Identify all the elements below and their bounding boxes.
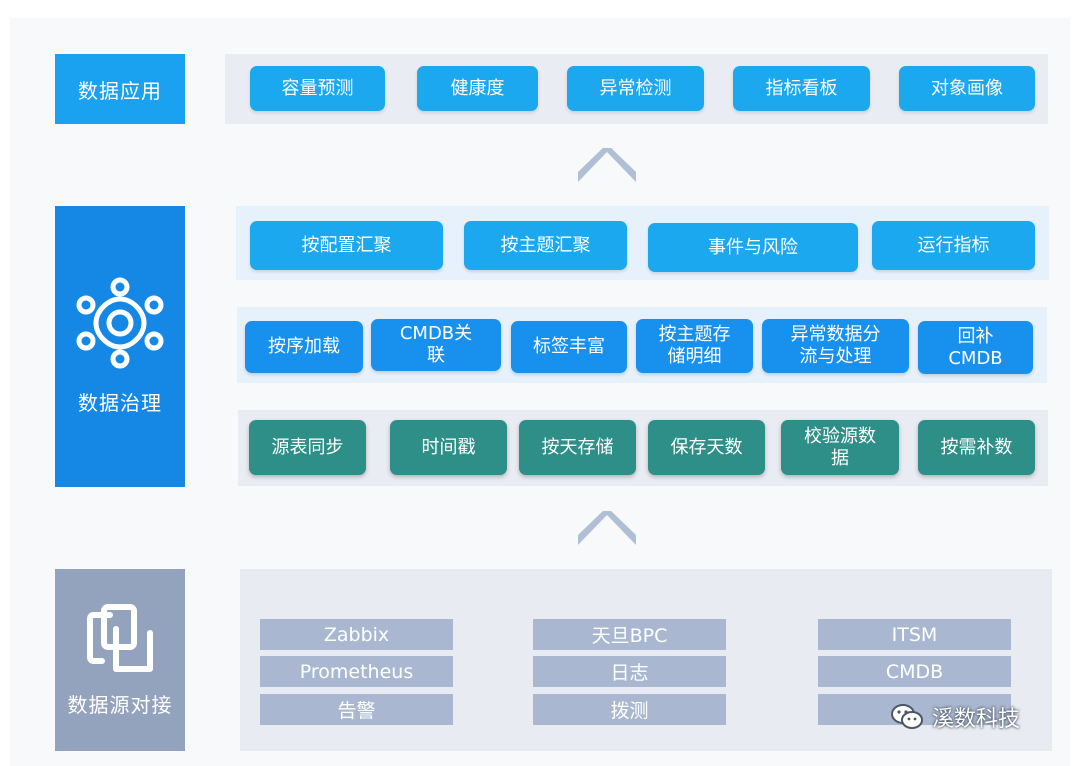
agg-item-by-config: 按配置汇聚: [250, 221, 443, 270]
layer-label-application-text: 数据应用: [78, 78, 162, 103]
proc-item-cmdb-link: CMDB关 联: [371, 319, 501, 371]
layer-label-governance-text: 数据治理: [78, 391, 162, 415]
layer-label-application: 数据应用: [55, 54, 185, 124]
source-logs: 日志: [533, 656, 726, 687]
app-item-object-profile: 对象画像: [899, 66, 1035, 111]
app-item-health: 健康度: [417, 66, 538, 111]
agg-item-events-risks: 事件与风险: [648, 223, 858, 272]
gear-icon: [76, 277, 164, 369]
up-chevron-upper: [578, 148, 636, 182]
layer-label-governance: 数据治理: [55, 206, 185, 487]
watermark: 溪数科技: [890, 700, 1020, 734]
proc-item-abnormal-split: 异常数据分 流与处理: [762, 319, 909, 373]
col-item-source-sync: 源表同步: [249, 420, 366, 475]
app-item-anomaly-detection: 异常检测: [567, 66, 704, 111]
proc-item-ordered-load: 按序加载: [245, 321, 363, 373]
up-chevron-lower: [578, 511, 636, 545]
col-item-daily-store: 按天存储: [519, 420, 636, 475]
source-cmdb: CMDB: [818, 656, 1011, 687]
app-item-metric-board: 指标看板: [733, 66, 870, 111]
agg-item-by-topic: 按主题汇聚: [464, 221, 627, 270]
layer-label-source-text: 数据源对接: [67, 692, 173, 717]
layer-label-source: 数据源对接: [55, 569, 185, 751]
source-bpc: 天旦BPC: [533, 619, 726, 650]
app-item-capacity-forecast: 容量预测: [250, 66, 385, 111]
source-probing: 拨测: [533, 694, 726, 725]
source-zabbix: Zabbix: [260, 619, 453, 650]
wechat-icon: [891, 704, 923, 729]
source-itsm: ITSM: [818, 619, 1011, 650]
copy-icon: [87, 603, 153, 672]
proc-item-tag-enrich: 标签丰富: [511, 321, 627, 373]
proc-item-topic-detail: 按主题存 储明细: [636, 319, 753, 373]
agg-item-run-metrics: 运行指标: [872, 221, 1035, 270]
col-item-retention-days: 保存天数: [648, 420, 765, 475]
col-item-verify-source: 校验源数 据: [781, 420, 899, 475]
watermark-text: 溪数科技: [932, 707, 1021, 732]
source-alerts: 告警: [260, 694, 453, 725]
col-item-timestamp: 时间戳: [390, 420, 507, 475]
proc-item-backfill-cmdb: 回补 CMDB: [918, 321, 1033, 374]
col-item-on-demand-fill: 按需补数: [918, 420, 1035, 475]
source-prometheus: Prometheus: [260, 656, 453, 687]
